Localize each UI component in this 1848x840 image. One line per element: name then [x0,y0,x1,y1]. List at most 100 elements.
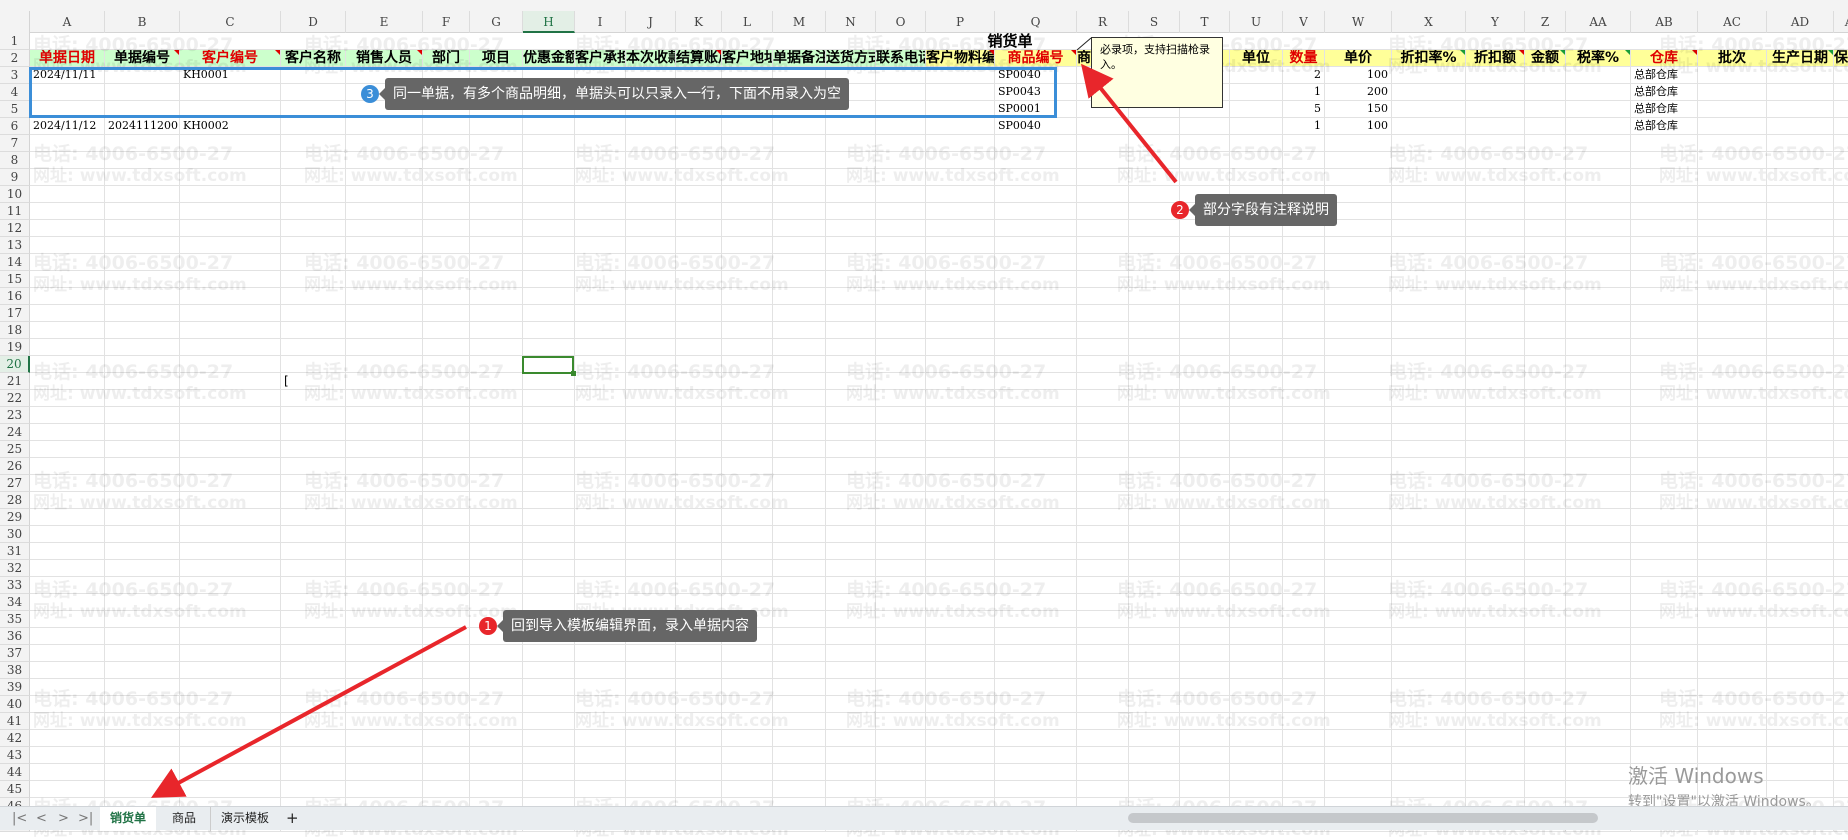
cell-W9[interactable] [1325,169,1392,186]
cell-T32[interactable] [1180,560,1230,577]
cell-Y32[interactable] [1466,560,1525,577]
cell-N6[interactable] [826,118,876,135]
cell-Z36[interactable] [1525,628,1566,645]
cell-J24[interactable] [626,424,676,441]
cell-A16[interactable] [30,288,105,305]
cell-M11[interactable] [773,203,826,220]
cell-V27[interactable] [1283,475,1325,492]
cell-F1[interactable] [423,33,470,50]
cell-O42[interactable] [876,730,926,747]
cell-G22[interactable] [470,390,523,407]
cell-D44[interactable] [281,764,346,781]
cell-C7[interactable] [180,135,281,152]
cell-A13[interactable] [30,237,105,254]
cell-F38[interactable] [423,662,470,679]
cell-AB1[interactable] [1631,33,1698,50]
cell-Y40[interactable] [1466,696,1525,713]
cell-I34[interactable] [575,594,626,611]
cell-Z19[interactable] [1525,339,1566,356]
cell-N43[interactable] [826,747,876,764]
cell-O27[interactable] [876,475,926,492]
cell-N40[interactable] [826,696,876,713]
cell-N10[interactable] [826,186,876,203]
cell-K32[interactable] [676,560,722,577]
cell-G17[interactable] [470,305,523,322]
cell-B28[interactable] [105,492,180,509]
cell-I43[interactable] [575,747,626,764]
cell-AB5[interactable]: 总部仓库 [1631,101,1698,118]
cell-P17[interactable] [926,305,995,322]
cell-E12[interactable] [346,220,423,237]
cell-AA33[interactable] [1566,577,1631,594]
cell-AA8[interactable] [1566,152,1631,169]
cell-G34[interactable] [470,594,523,611]
header-cell-N[interactable]: 送货方式 [826,50,876,67]
cell-F29[interactable] [423,509,470,526]
cell-J38[interactable] [626,662,676,679]
cell-M32[interactable] [773,560,826,577]
cell-B40[interactable] [105,696,180,713]
cell-Z32[interactable] [1525,560,1566,577]
cell-N19[interactable] [826,339,876,356]
cell-Q34[interactable] [995,594,1077,611]
cell-H28[interactable] [523,492,575,509]
cell-T14[interactable] [1180,254,1230,271]
cell-M35[interactable] [773,611,826,628]
cell-W24[interactable] [1325,424,1392,441]
cell-AA19[interactable] [1566,339,1631,356]
row-header-3[interactable]: 3 [0,67,30,84]
cell-F34[interactable] [423,594,470,611]
cell-U6[interactable] [1230,118,1283,135]
cell-Q14[interactable] [995,254,1077,271]
cell-M34[interactable] [773,594,826,611]
cell-AA40[interactable] [1566,696,1631,713]
cell-AB29[interactable] [1631,509,1698,526]
selected-cell[interactable] [522,356,576,376]
cell-AC18[interactable] [1698,322,1767,339]
cell-X21[interactable] [1392,373,1466,390]
cell-AC25[interactable] [1698,441,1767,458]
cell-J20[interactable] [626,356,676,373]
cell-L30[interactable] [722,526,773,543]
cell-AC34[interactable] [1698,594,1767,611]
cell-AB11[interactable] [1631,203,1698,220]
cell-AB41[interactable] [1631,713,1698,730]
cell-F23[interactable] [423,407,470,424]
cell-R7[interactable] [1077,135,1129,152]
cell-Z41[interactable] [1525,713,1566,730]
cell-H40[interactable] [523,696,575,713]
cell-AE16[interactable] [1834,288,1848,305]
cell-Y26[interactable] [1466,458,1525,475]
cell-AD4[interactable] [1767,84,1834,101]
cell-J15[interactable] [626,271,676,288]
cell-AA24[interactable] [1566,424,1631,441]
cell-D40[interactable] [281,696,346,713]
column-header-U[interactable]: U [1230,11,1283,33]
cell-B10[interactable] [105,186,180,203]
row-header-18[interactable]: 18 [0,322,30,339]
cell-E10[interactable] [346,186,423,203]
cell-X45[interactable] [1392,781,1466,798]
select-all-corner[interactable] [0,11,30,33]
cell-P15[interactable] [926,271,995,288]
next-sheet-button[interactable]: > [58,811,69,826]
cell-E32[interactable] [346,560,423,577]
cell-B26[interactable] [105,458,180,475]
cell-W16[interactable] [1325,288,1392,305]
cell-W15[interactable] [1325,271,1392,288]
header-cell-D[interactable]: 客户名称 [281,50,346,67]
header-cell-V[interactable]: 数量 [1283,50,1325,67]
cell-D35[interactable] [281,611,346,628]
cell-C17[interactable] [180,305,281,322]
cell-G15[interactable] [470,271,523,288]
cell-Y38[interactable] [1466,662,1525,679]
first-sheet-button[interactable]: |< [12,811,27,826]
cell-AB38[interactable] [1631,662,1698,679]
cell-W29[interactable] [1325,509,1392,526]
horizontal-scrollbar[interactable] [1128,813,1598,823]
cell-Z44[interactable] [1525,764,1566,781]
cell-A28[interactable] [30,492,105,509]
cell-L29[interactable] [722,509,773,526]
cell-Q7[interactable] [995,135,1077,152]
cell-L7[interactable] [722,135,773,152]
